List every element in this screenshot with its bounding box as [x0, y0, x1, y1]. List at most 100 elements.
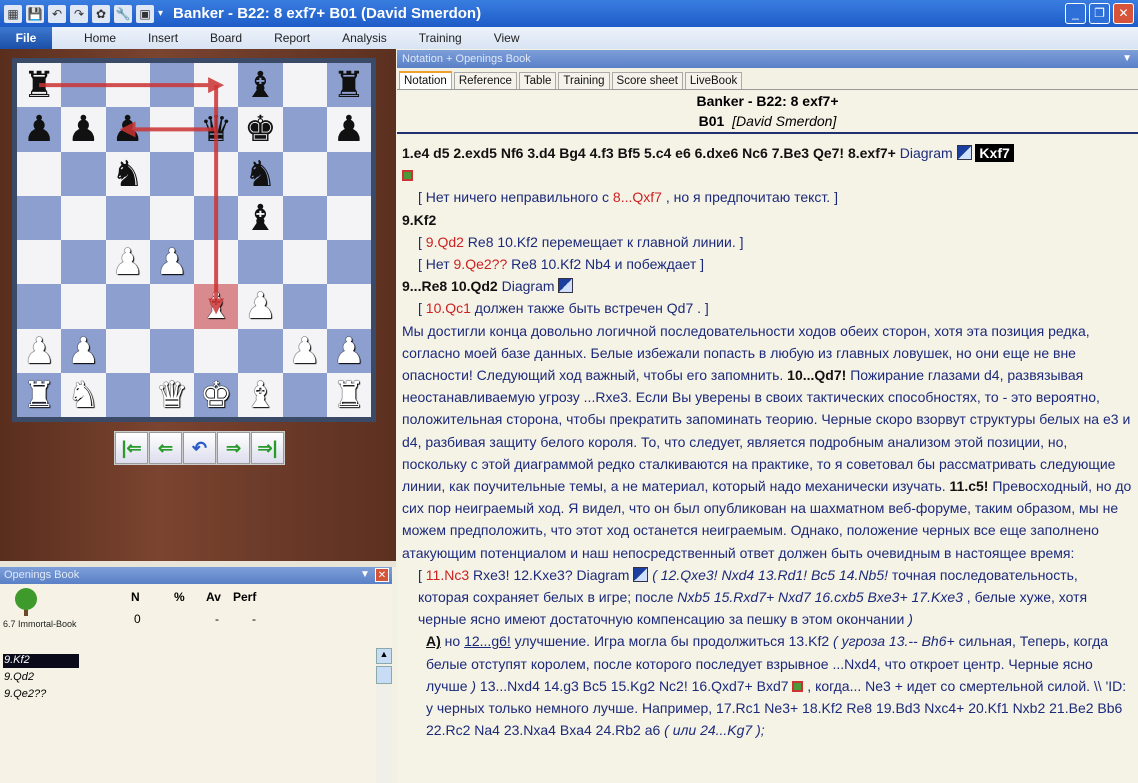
- square-c3[interactable]: [105, 284, 150, 329]
- menu-file[interactable]: File: [0, 27, 52, 49]
- square-d2[interactable]: [149, 328, 194, 373]
- book-move[interactable]: 9.Qe2??: [3, 688, 79, 702]
- square-g6[interactable]: [282, 151, 327, 196]
- main-move[interactable]: 1.e4: [402, 145, 433, 161]
- square-a8[interactable]: ♜: [17, 63, 62, 108]
- tab-score-sheet[interactable]: Score sheet: [611, 72, 683, 89]
- white-pawn-icon[interactable]: ♟: [333, 332, 365, 369]
- square-g5[interactable]: [282, 195, 327, 240]
- menu-view[interactable]: View: [494, 31, 520, 45]
- square-g7[interactable]: [282, 107, 327, 152]
- square-c1[interactable]: [105, 372, 150, 417]
- square-h6[interactable]: [326, 151, 371, 196]
- white-bishop-icon[interactable]: ♝: [200, 288, 232, 324]
- black-pawn-icon[interactable]: ♟: [111, 111, 143, 147]
- square-e1[interactable]: ♚: [194, 372, 239, 417]
- square-a1[interactable]: ♜: [17, 372, 62, 417]
- tools-icon[interactable]: 🔧: [114, 4, 132, 23]
- main-move[interactable]: Bg4: [559, 145, 589, 161]
- square-f1[interactable]: ♝: [238, 372, 283, 417]
- chess-board[interactable]: ♜ ♝ ♜ ♟ ♟ ♟ ♛ ♚ ♟ ♞ ♞ ♝ ♟ ♟ ♝ ♟ ♟ ♟ ♟ ♟ ♜ ♞ ♛ ♚ ♝ ♜: [12, 58, 376, 422]
- black-king-icon[interactable]: ♚: [244, 111, 276, 147]
- chevron-down-icon[interactable]: ▼: [1122, 50, 1132, 68]
- menu-report[interactable]: Report: [274, 31, 310, 45]
- square-e2[interactable]: [194, 328, 239, 373]
- black-rook-icon[interactable]: ♜: [333, 67, 365, 103]
- book-move[interactable]: 9.Qd2: [3, 671, 79, 685]
- main-move[interactable]: e6: [675, 145, 694, 161]
- square-b3[interactable]: [61, 284, 106, 329]
- main-move[interactable]: 8.exf7+: [848, 145, 900, 161]
- menu-analysis[interactable]: Analysis: [342, 31, 387, 45]
- tab-notation[interactable]: Notation: [399, 71, 452, 89]
- black-pawn-icon[interactable]: ♟: [23, 111, 55, 147]
- square-h8[interactable]: ♜: [326, 63, 371, 108]
- square-h5[interactable]: [326, 195, 371, 240]
- save-icon[interactable]: 💾: [26, 4, 44, 23]
- square-b4[interactable]: [61, 240, 106, 285]
- white-pawn-icon[interactable]: ♟: [111, 244, 143, 280]
- notation-text[interactable]: 1.e4 d5 2.exd5 Nf6 3.d4 Bg4 4.f3 Bf5 5.c…: [397, 136, 1138, 783]
- engine-icon[interactable]: ✿: [92, 4, 110, 23]
- square-b8[interactable]: [61, 63, 106, 108]
- scroll-thumb[interactable]: [376, 666, 392, 684]
- main-move[interactable]: 2.exd5: [453, 145, 500, 161]
- square-b6[interactable]: [61, 151, 106, 196]
- undo-icon[interactable]: ↶: [48, 4, 66, 23]
- main-move[interactable]: 7.Be3: [772, 145, 813, 161]
- black-rook-icon[interactable]: ♜: [23, 67, 55, 103]
- scroll-up-icon[interactable]: ▲: [376, 648, 392, 664]
- back-button[interactable]: ⇐: [149, 432, 182, 464]
- minimize-button[interactable]: _: [1065, 3, 1086, 24]
- chevron-down-icon[interactable]: ▼: [358, 568, 372, 582]
- square-f5[interactable]: ♝: [238, 195, 283, 240]
- square-a3[interactable]: [17, 284, 62, 329]
- square-g8[interactable]: [282, 63, 327, 108]
- square-d8[interactable]: [149, 63, 194, 108]
- white-pawn-icon[interactable]: ♟: [23, 332, 55, 369]
- main-move[interactable]: Nf6: [501, 145, 527, 161]
- square-g3[interactable]: [282, 284, 327, 329]
- main-move[interactable]: 10...Qd7!: [787, 367, 846, 383]
- white-bishop-icon[interactable]: ♝: [244, 376, 276, 413]
- square-e3[interactable]: ♝: [194, 284, 239, 329]
- last-move-button[interactable]: ⇒|: [251, 432, 284, 464]
- white-pawn-icon[interactable]: ♟: [156, 244, 188, 280]
- black-knight-icon[interactable]: ♞: [244, 155, 276, 192]
- main-move[interactable]: 9.Kf2: [402, 209, 1132, 231]
- square-h2[interactable]: ♟: [326, 328, 371, 373]
- black-bishop-icon[interactable]: ♝: [244, 67, 276, 103]
- white-rook-icon[interactable]: ♜: [333, 376, 365, 413]
- square-d5[interactable]: [149, 195, 194, 240]
- white-pawn-icon[interactable]: ♟: [67, 332, 99, 369]
- square-c8[interactable]: [105, 63, 150, 108]
- black-pawn-icon[interactable]: ♟: [333, 111, 365, 147]
- square-e7[interactable]: ♛: [194, 107, 239, 152]
- menu-training[interactable]: Training: [419, 31, 462, 45]
- black-pawn-icon[interactable]: ♟: [67, 111, 99, 147]
- main-move[interactable]: d5: [433, 145, 453, 161]
- variation-move[interactable]: 8...Qxf7: [613, 189, 662, 205]
- takeback-button[interactable]: ↶: [183, 432, 216, 464]
- variation-move[interactable]: 12...g6!: [464, 633, 511, 649]
- main-move[interactable]: 4.f3: [590, 145, 618, 161]
- black-queen-icon[interactable]: ♛: [200, 111, 232, 147]
- main-move[interactable]: Qe7!: [813, 145, 848, 161]
- square-d1[interactable]: ♛: [149, 372, 194, 417]
- square-c6[interactable]: ♞: [105, 151, 150, 196]
- variation-move[interactable]: 9.Qd2: [426, 234, 464, 250]
- variation-move[interactable]: 11.Nc3: [426, 567, 469, 583]
- square-a5[interactable]: [17, 195, 62, 240]
- square-e6[interactable]: [194, 151, 239, 196]
- square-c2[interactable]: [105, 328, 150, 373]
- book-move[interactable]: 9.Kf2: [3, 654, 79, 668]
- square-c5[interactable]: [105, 195, 150, 240]
- square-d4[interactable]: ♟: [149, 240, 194, 285]
- variation-move[interactable]: 9.Qe2??: [454, 256, 508, 272]
- white-pawn-icon[interactable]: ♟: [244, 288, 276, 324]
- board-icon[interactable]: ▣: [136, 4, 154, 23]
- square-b5[interactable]: [61, 195, 106, 240]
- white-knight-icon[interactable]: ♞: [67, 376, 99, 413]
- tab-reference[interactable]: Reference: [453, 72, 517, 89]
- tab-table[interactable]: Table: [518, 72, 557, 89]
